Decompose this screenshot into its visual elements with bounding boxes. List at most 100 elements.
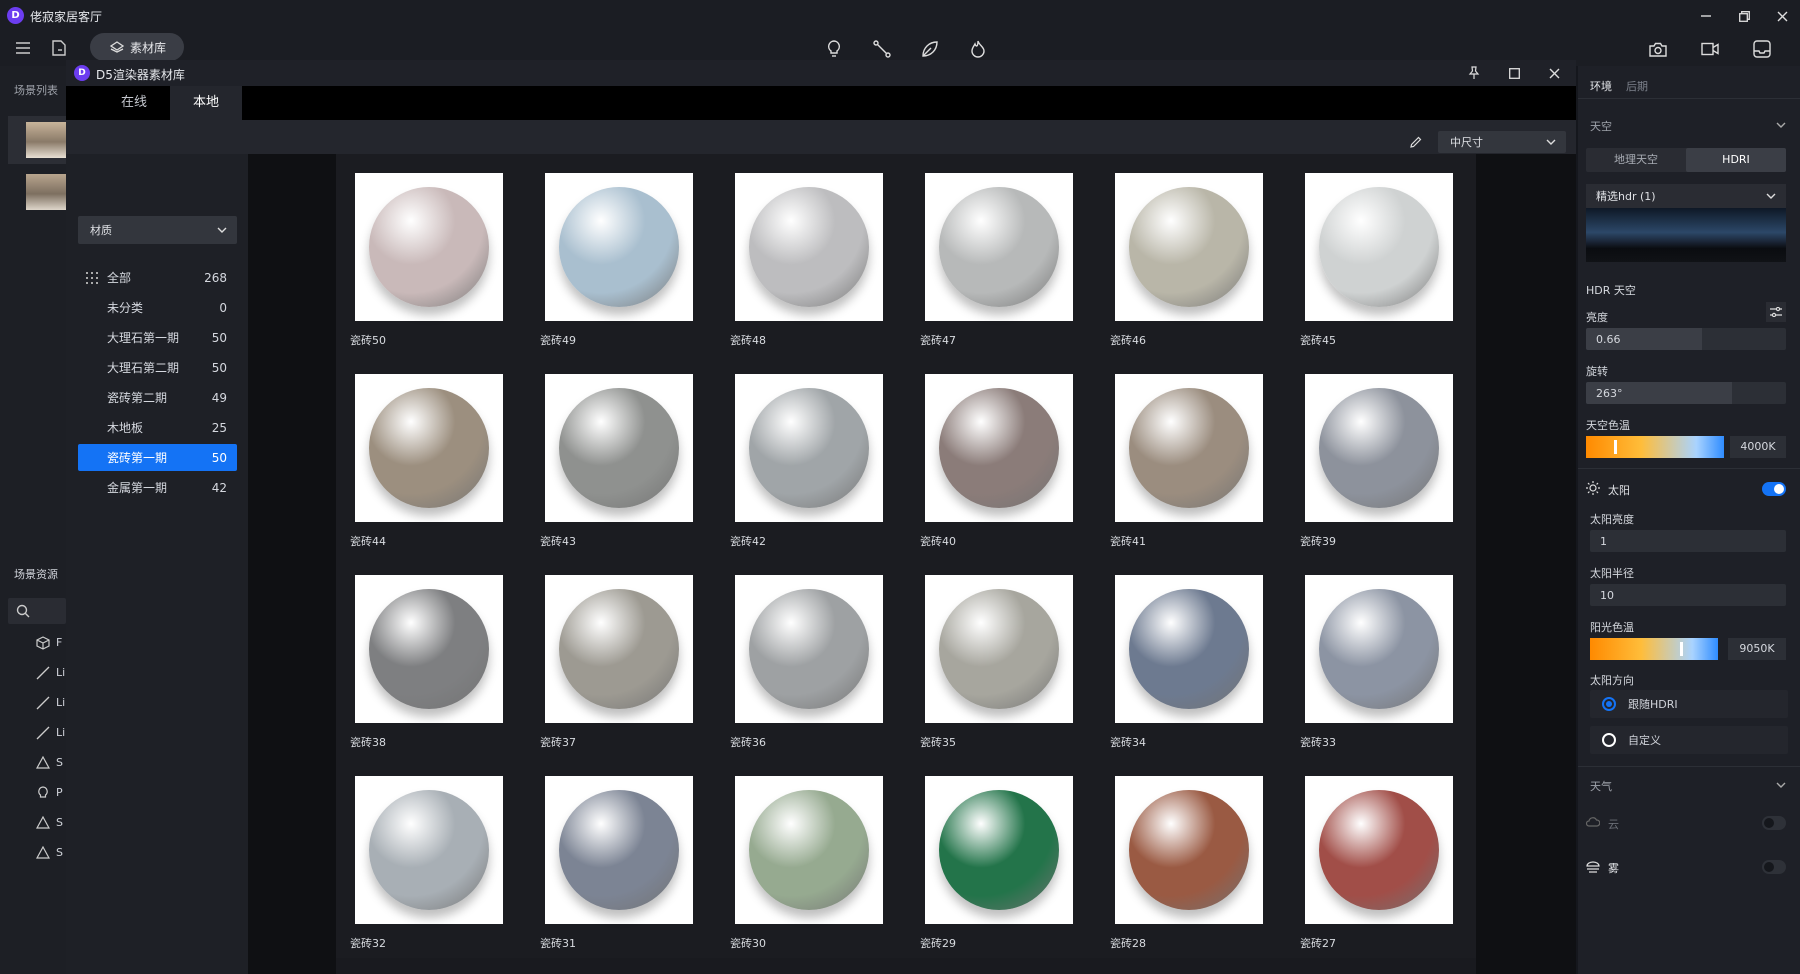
menu-button[interactable] — [12, 37, 34, 59]
sun-color-temp-handle[interactable] — [1679, 642, 1683, 656]
scene-thumbnail[interactable] — [8, 116, 66, 164]
material-sphere — [369, 388, 489, 508]
category-item[interactable]: 瓷砖第二期 49 — [78, 384, 237, 411]
sun-direction-follow-hdri[interactable]: 跟随HDRI — [1590, 690, 1788, 718]
material-card[interactable]: 瓷砖35 — [906, 556, 1096, 757]
category-label: 木地板 — [107, 421, 144, 435]
material-card[interactable]: 瓷砖27 — [1286, 757, 1476, 958]
effects-tool-button[interactable] — [966, 37, 990, 61]
category-item[interactable]: 大理石第一期 50 — [78, 324, 237, 351]
hdri-preview[interactable] — [1586, 208, 1786, 262]
close-library-button[interactable] — [1544, 63, 1564, 83]
material-card[interactable]: 瓷砖34 — [1096, 556, 1286, 757]
cloud-icon — [1586, 817, 1600, 827]
tab-environment[interactable]: 环境 — [1590, 78, 1612, 94]
material-card[interactable]: 瓷砖33 — [1286, 556, 1476, 757]
material-sphere — [1319, 388, 1439, 508]
render-output-button[interactable] — [1750, 37, 1774, 61]
sun-color-temp-value[interactable]: 9050K — [1728, 638, 1786, 660]
material-card[interactable]: 瓷砖41 — [1096, 355, 1286, 556]
scene-thumbnail[interactable] — [26, 174, 66, 210]
tab-post[interactable]: 后期 — [1626, 78, 1648, 94]
category-item[interactable]: 瓷砖第一期 50 — [78, 444, 237, 471]
material-card[interactable]: 瓷砖38 — [336, 556, 526, 757]
sky-mode-hdri[interactable]: HDRI — [1686, 148, 1786, 172]
material-card[interactable]: 瓷砖48 — [716, 154, 906, 355]
pin-button[interactable] — [1464, 63, 1484, 83]
material-card[interactable]: 瓷砖30 — [716, 757, 906, 958]
path-tool-button[interactable] — [870, 37, 894, 61]
weather-section-header[interactable]: 天气 — [1578, 770, 1800, 798]
category-item[interactable]: 未分类 0 — [78, 294, 237, 321]
restore-icon — [1738, 10, 1750, 22]
category-item[interactable]: 大理石第二期 50 — [78, 354, 237, 381]
material-thumbnail — [545, 575, 693, 723]
material-card[interactable]: 瓷砖47 — [906, 154, 1096, 355]
resource-item[interactable]: P — [36, 782, 66, 804]
material-card[interactable]: 瓷砖43 — [526, 355, 716, 556]
resource-item[interactable]: S — [36, 812, 66, 834]
sky-section-header[interactable]: 天空 — [1578, 110, 1800, 138]
resource-item[interactable]: Li — [36, 662, 66, 684]
material-library-window: D D5渲染器素材库 在线 本地 中尺寸 材质 全部 268 未分类 0 大理石第一期 5… — [66, 60, 1576, 974]
sun-color-temp-slider[interactable] — [1590, 638, 1718, 660]
resource-item[interactable]: Li — [36, 722, 66, 744]
resource-item[interactable]: Li — [36, 692, 66, 714]
category-item[interactable]: 全部 268 — [78, 264, 237, 291]
restore-button[interactable] — [1730, 4, 1758, 28]
material-card[interactable]: 瓷砖28 — [1096, 757, 1286, 958]
sky-color-temp-handle[interactable] — [1613, 440, 1617, 454]
edit-button[interactable] — [1406, 132, 1426, 152]
sun-toggle[interactable] — [1762, 482, 1786, 496]
material-card[interactable]: 瓷砖32 — [336, 757, 526, 958]
sky-mode-geo[interactable]: 地理天空 — [1586, 148, 1686, 172]
category-label: 大理石第一期 — [107, 331, 180, 345]
video-button[interactable] — [1698, 37, 1722, 61]
fog-toggle[interactable] — [1762, 860, 1786, 874]
rotation-slider[interactable]: 263° — [1586, 382, 1786, 404]
hdr-select[interactable]: 精选hdr (1) — [1586, 184, 1786, 208]
category-count: 0 — [219, 300, 227, 315]
material-library-button[interactable]: 素材库 — [90, 33, 184, 61]
brightness-slider[interactable]: 0.66 — [1586, 328, 1786, 350]
sun-brightness-slider[interactable]: 1 — [1590, 530, 1786, 552]
material-card[interactable]: 瓷砖39 — [1286, 355, 1476, 556]
sun-direction-custom[interactable]: 自定义 — [1590, 726, 1788, 754]
category-select[interactable]: 材质 — [78, 216, 237, 244]
material-card[interactable]: 瓷砖37 — [526, 556, 716, 757]
size-select[interactable]: 中尺寸 — [1438, 131, 1566, 153]
category-item[interactable]: 金属第一期 42 — [78, 474, 237, 501]
vegetation-tool-button[interactable] — [918, 37, 942, 61]
material-card[interactable]: 瓷砖42 — [716, 355, 906, 556]
material-card[interactable]: 瓷砖36 — [716, 556, 906, 757]
tab-local[interactable]: 本地 — [170, 86, 242, 120]
material-card[interactable]: 瓷砖40 — [906, 355, 1096, 556]
resource-item[interactable]: S — [36, 842, 66, 864]
material-card[interactable]: 瓷砖29 — [906, 757, 1096, 958]
category-label: 未分类 — [107, 301, 144, 315]
material-card[interactable]: 瓷砖44 — [336, 355, 526, 556]
adjust-button[interactable] — [1766, 302, 1786, 322]
maximize-button[interactable] — [1504, 63, 1524, 83]
material-card[interactable]: 瓷砖46 — [1096, 154, 1286, 355]
material-card[interactable]: 瓷砖49 — [526, 154, 716, 355]
cloud-toggle[interactable] — [1762, 816, 1786, 830]
tab-online[interactable]: 在线 — [98, 86, 170, 120]
material-thumbnail — [355, 173, 503, 321]
file-icon — [52, 40, 66, 56]
material-card[interactable]: 瓷砖31 — [526, 757, 716, 958]
sun-radius-slider[interactable]: 10 — [1590, 584, 1786, 606]
resource-item[interactable]: F — [36, 632, 66, 654]
resource-item[interactable]: S — [36, 752, 66, 774]
category-item[interactable]: 木地板 25 — [78, 414, 237, 441]
close-window-button[interactable] — [1768, 4, 1796, 28]
light-tool-button[interactable] — [822, 37, 846, 61]
sky-color-temp-slider[interactable] — [1586, 436, 1724, 458]
material-card[interactable]: 瓷砖50 — [336, 154, 526, 355]
sky-color-temp-value[interactable]: 4000K — [1730, 436, 1786, 458]
screenshot-button[interactable] — [1646, 37, 1670, 61]
minimize-button[interactable] — [1692, 4, 1720, 28]
file-button[interactable] — [48, 37, 70, 59]
resource-search-input[interactable] — [8, 598, 66, 624]
material-card[interactable]: 瓷砖45 — [1286, 154, 1476, 355]
